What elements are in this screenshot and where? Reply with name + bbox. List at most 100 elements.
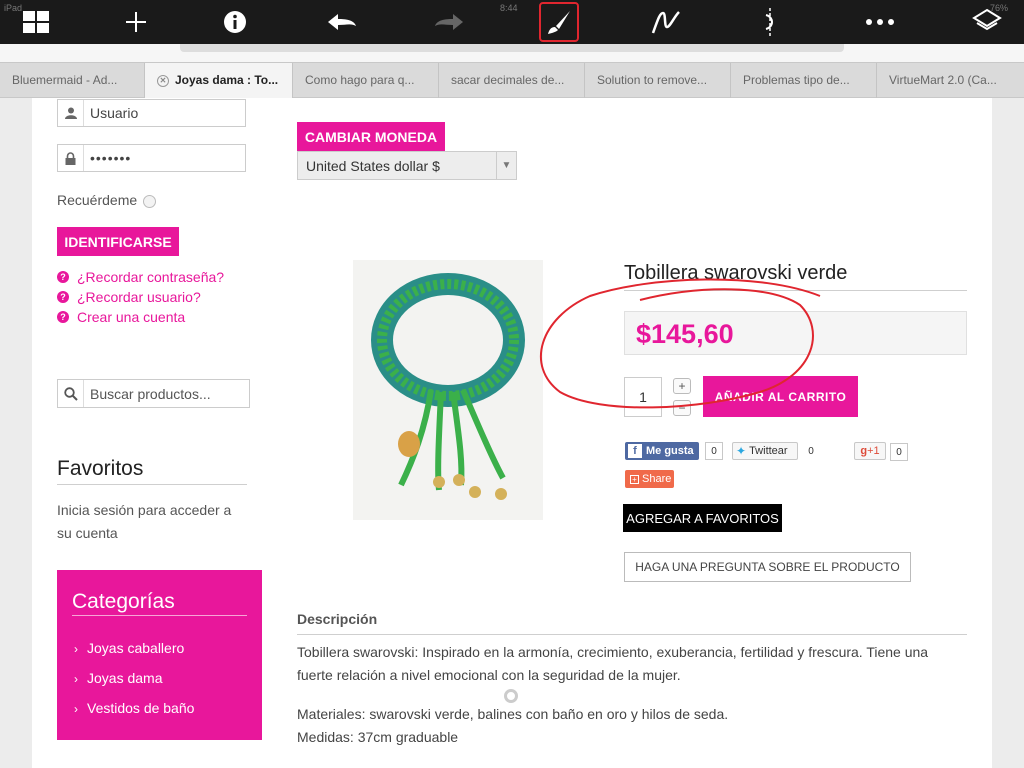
tab-como-hago[interactable]: Como hago para q... [293,63,439,98]
share-button[interactable]: + Share [625,470,674,488]
quantity-input[interactable]: 1 [624,377,662,417]
tab-label: Joyas dama : To... [175,73,279,87]
tab-sacar-decimales[interactable]: sacar decimales de... [439,63,585,98]
undo-icon[interactable] [324,4,360,40]
twitter-count: 0 [802,442,820,460]
grid-icon[interactable] [18,4,54,40]
product-price: $145,60 [636,319,734,349]
currency-selected: United States dollar $ [306,157,440,174]
brush-icon[interactable] [539,2,579,42]
forgot-password-link[interactable]: ? ¿Recordar contraseña? [57,269,224,285]
chevron-right-icon: › [74,642,78,656]
lock-icon [58,145,84,171]
layers-icon[interactable] [969,4,1005,40]
create-account-label: Crear una cuenta [77,309,186,325]
chevron-right-icon: › [74,672,78,686]
username-field[interactable]: Usuario [57,99,246,127]
share-icon: + [630,474,639,484]
gplus-label: +1 [867,445,880,457]
description-divider [297,634,967,635]
web-page: Usuario ••••••• Recuérdeme IDENTIFICARSE… [32,98,992,768]
redo-icon[interactable] [431,4,467,40]
pen-icon[interactable] [648,4,684,40]
close-icon[interactable]: ✕ [157,75,169,87]
product-image[interactable] [353,260,543,520]
forgot-username-label: ¿Recordar usuario? [77,289,201,305]
annotation-toolbar: iPad 8:44 76% [0,0,1024,44]
tab-joyas-dama[interactable]: ✕ Joyas dama : To... [145,63,293,98]
tab-label: Bluemermaid - Ad... [12,73,118,87]
gplus-icon: g [860,445,868,457]
facebook-count: 0 [705,442,723,460]
quantity-decrease-button[interactable]: − [673,400,691,416]
categories-title: Categorías [72,590,175,613]
tab-label: Como hago para q... [305,73,415,87]
address-bar[interactable] [180,44,844,52]
create-account-link[interactable]: ? Crear una cuenta [57,309,185,325]
browser-chrome [0,44,1024,64]
tab-bar: Bluemermaid - Ad... ✕ Joyas dama : To... … [0,62,1024,98]
remember-label: Recuérdeme [57,192,138,208]
more-icon[interactable] [862,4,898,40]
remember-checkbox[interactable] [143,195,156,208]
user-icon [58,100,84,126]
twitter-label: Twittear [749,445,788,457]
share-label: Share [642,473,672,485]
tab-problemas[interactable]: Problemas tipo de... [731,63,877,98]
tab-label: Problemas tipo de... [743,73,850,87]
ask-question-button[interactable]: HAGA UNA PREGUNTA SOBRE EL PRODUCTO [624,552,911,582]
category-joyas-caballero[interactable]: › Joyas caballero [74,640,184,656]
category-label: Joyas caballero [87,640,185,656]
chevron-right-icon: › [74,702,78,716]
facebook-label: Me gusta [646,445,694,457]
twitter-button[interactable]: ✦ Twittear [732,442,798,460]
category-joyas-dama[interactable]: › Joyas dama [74,670,162,686]
categories-box: Categorías › Joyas caballero › Joyas dama … [57,570,262,740]
tab-label: VirtueMart 2.0 (Ca... [889,73,997,87]
measures-text: Medidas: 37cm graduable [297,729,459,745]
forgot-password-label: ¿Recordar contraseña? [77,269,225,285]
currency-select[interactable]: United States dollar $ ▼ [297,151,517,180]
tab-label: Solution to remove... [597,73,708,87]
tab-bluemermaid[interactable]: Bluemermaid - Ad... [0,63,145,98]
split-icon[interactable] [752,4,788,40]
categories-divider [72,615,247,616]
price-box: $145,60 [624,311,967,355]
favorites-title: Favoritos [57,457,144,480]
plus-icon[interactable] [118,4,154,40]
tab-solution[interactable]: Solution to remove... [585,63,731,98]
facebook-like-button[interactable]: f Me gusta [625,442,699,460]
login-button[interactable]: IDENTIFICARSE [57,227,179,256]
tab-virtuemart[interactable]: VirtueMart 2.0 (Ca... [877,63,1024,98]
category-vestidos-de-bano[interactable]: › Vestidos de baño [74,700,194,716]
question-icon: ? [57,271,69,283]
question-icon: ? [57,291,69,303]
gplus-count: 0 [890,443,908,461]
search-placeholder: Buscar productos... [90,385,211,402]
tab-label: sacar decimales de... [451,73,565,87]
change-currency-button[interactable]: CAMBIAR MONEDA [297,122,445,151]
search-input[interactable]: Buscar productos... [57,379,250,408]
username-value: Usuario [90,105,139,121]
title-divider [624,290,967,291]
facebook-icon: f [628,444,642,458]
materials-text: Materiales: swarovski verde, balines con… [297,706,729,722]
question-icon: ? [57,311,69,323]
forgot-username-link[interactable]: ? ¿Recordar usuario? [57,289,201,305]
product-title: Tobillera swarovski verde [624,262,848,284]
search-icon [58,380,84,407]
password-value: ••••••• [90,150,132,166]
touch-indicator [504,689,518,703]
gplus-button[interactable]: g +1 [854,442,886,460]
description-heading: Descripción [297,611,378,627]
quantity-increase-button[interactable]: + [673,378,691,394]
chevron-down-icon: ▼ [496,152,516,179]
add-to-cart-button[interactable]: AÑADIR AL CARRITO [703,376,858,417]
password-field[interactable]: ••••••• [57,144,246,172]
status-time: 8:44 [500,3,518,13]
info-icon[interactable] [217,4,253,40]
twitter-icon: ✦ [736,444,747,458]
category-label: Vestidos de baño [87,700,195,716]
add-to-favorites-button[interactable]: AGREGAR A FAVORITOS [623,504,782,532]
category-label: Joyas dama [87,670,163,686]
